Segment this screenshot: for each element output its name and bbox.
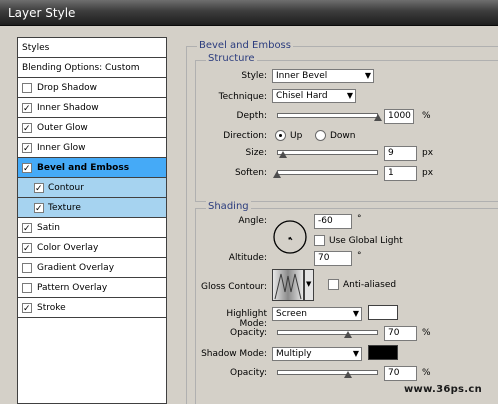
style-select[interactable]: Inner Bevel ▼ bbox=[272, 69, 374, 83]
depth-label: Depth: bbox=[236, 111, 267, 121]
drop-shadow-checkbox[interactable] bbox=[22, 83, 32, 93]
chevron-down-icon: ▼ bbox=[364, 71, 371, 80]
highlight-opacity-slider[interactable] bbox=[277, 330, 378, 335]
use-global-light-label: Use Global Light bbox=[329, 236, 403, 246]
shadow-opacity-slider-thumb[interactable] bbox=[343, 371, 353, 379]
satin-checkbox[interactable] bbox=[22, 219, 32, 239]
chevron-down-icon: ▼ bbox=[306, 280, 312, 288]
direction-down-radio[interactable] bbox=[315, 130, 326, 141]
inner-shadow-checkbox[interactable] bbox=[22, 99, 32, 119]
gloss-contour-picker[interactable] bbox=[272, 269, 304, 301]
soften-unit: px bbox=[422, 168, 434, 178]
direction-down-label: Down bbox=[330, 131, 356, 141]
shadow-mode-select[interactable]: Multiply ▼ bbox=[272, 347, 362, 361]
soften-slider[interactable] bbox=[277, 170, 378, 175]
highlight-color-swatch[interactable] bbox=[368, 305, 398, 320]
contour-checkbox[interactable] bbox=[34, 179, 44, 199]
gloss-contour-dropdown[interactable]: ▼ bbox=[304, 269, 314, 301]
size-input[interactable]: 9 bbox=[384, 146, 417, 161]
direction-label: Direction: bbox=[223, 131, 267, 141]
direction-up-radio[interactable] bbox=[275, 130, 286, 141]
size-slider[interactable] bbox=[277, 150, 378, 155]
color-overlay-checkbox[interactable] bbox=[22, 239, 32, 259]
layer-style-dialog: Styles Blending Options: Custom Drop Sha… bbox=[0, 26, 498, 404]
texture-checkbox[interactable] bbox=[34, 199, 44, 219]
angle-dial[interactable] bbox=[272, 219, 308, 255]
gloss-contour-label: Gloss Contour: bbox=[200, 282, 267, 292]
highlight-opacity-slider-thumb[interactable] bbox=[343, 331, 353, 339]
shadow-opacity-label: Opacity: bbox=[230, 368, 267, 378]
highlight-mode-label: Highlight Mode: bbox=[226, 309, 267, 329]
anti-aliased-label: Anti-aliased bbox=[343, 280, 397, 290]
use-global-light-checkbox[interactable] bbox=[314, 235, 325, 246]
highlight-opacity-label: Opacity: bbox=[230, 328, 267, 338]
blending-options-item[interactable]: Blending Options: Custom bbox=[18, 58, 166, 78]
list-item-gradient-overlay[interactable]: Gradient Overlay bbox=[18, 258, 166, 278]
stroke-checkbox[interactable] bbox=[22, 299, 32, 319]
shading-title: Shading bbox=[206, 201, 251, 212]
altitude-label: Altitude: bbox=[228, 253, 267, 263]
gradient-overlay-checkbox[interactable] bbox=[22, 263, 32, 273]
highlight-mode-select[interactable]: Screen ▼ bbox=[272, 307, 362, 321]
depth-slider-thumb[interactable] bbox=[374, 114, 383, 122]
list-item-inner-glow[interactable]: Inner Glow bbox=[18, 138, 166, 159]
inner-glow-checkbox[interactable] bbox=[22, 139, 32, 159]
pattern-overlay-checkbox[interactable] bbox=[22, 283, 32, 293]
shadow-mode-label: Shadow Mode: bbox=[201, 349, 267, 359]
list-item-texture[interactable]: Texture bbox=[18, 198, 166, 219]
chevron-down-icon: ▼ bbox=[346, 91, 353, 100]
outer-glow-checkbox[interactable] bbox=[22, 119, 32, 139]
angle-input[interactable]: -60 bbox=[314, 214, 352, 229]
depth-input[interactable]: 1000 bbox=[384, 109, 414, 124]
soften-label: Soften: bbox=[234, 168, 267, 178]
chevron-down-icon: ▼ bbox=[352, 349, 359, 358]
angle-unit: ° bbox=[357, 214, 362, 224]
highlight-opacity-unit: % bbox=[422, 328, 431, 338]
depth-slider[interactable] bbox=[277, 113, 378, 118]
technique-select[interactable]: Chisel Hard ▼ bbox=[272, 89, 356, 103]
window-title-bar: Layer Style bbox=[0, 0, 498, 26]
angle-label: Angle: bbox=[238, 216, 267, 226]
shadow-color-swatch[interactable] bbox=[368, 345, 398, 360]
bevel-and-emboss-checkbox[interactable] bbox=[22, 159, 32, 179]
list-item-contour[interactable]: Contour bbox=[18, 178, 166, 199]
soften-input[interactable]: 1 bbox=[384, 166, 417, 181]
gloss-contour-preview bbox=[273, 270, 303, 300]
list-item-inner-shadow[interactable]: Inner Shadow bbox=[18, 98, 166, 119]
technique-label: Technique: bbox=[218, 92, 267, 102]
list-item-color-overlay[interactable]: Color Overlay bbox=[18, 238, 166, 259]
style-label: Style: bbox=[241, 71, 267, 81]
soften-slider-thumb[interactable] bbox=[273, 171, 282, 179]
list-item-drop-shadow[interactable]: Drop Shadow bbox=[18, 78, 166, 98]
bevel-and-emboss-title: Bevel and Emboss bbox=[197, 40, 293, 51]
styles-list: Styles Blending Options: Custom Drop Sha… bbox=[17, 37, 167, 404]
size-slider-thumb[interactable] bbox=[279, 151, 288, 159]
list-item-bevel-and-emboss[interactable]: Bevel and Emboss bbox=[18, 158, 166, 179]
list-item-outer-glow[interactable]: Outer Glow bbox=[18, 118, 166, 139]
watermark: www.36ps.cn bbox=[404, 384, 483, 395]
altitude-unit: ° bbox=[357, 251, 362, 261]
size-label: Size: bbox=[245, 148, 267, 158]
shadow-opacity-slider[interactable] bbox=[277, 370, 378, 375]
styles-header[interactable]: Styles bbox=[18, 38, 166, 58]
highlight-opacity-input[interactable]: 70 bbox=[384, 326, 417, 341]
structure-title: Structure bbox=[206, 53, 257, 64]
chevron-down-icon: ▼ bbox=[352, 309, 359, 318]
list-item-stroke[interactable]: Stroke bbox=[18, 298, 166, 319]
window-title: Layer Style bbox=[8, 6, 76, 20]
list-item-pattern-overlay[interactable]: Pattern Overlay bbox=[18, 278, 166, 298]
shadow-opacity-unit: % bbox=[422, 368, 431, 378]
depth-unit: % bbox=[422, 111, 431, 121]
shadow-opacity-input[interactable]: 70 bbox=[384, 366, 417, 381]
anti-aliased-checkbox[interactable] bbox=[328, 279, 339, 290]
list-item-satin[interactable]: Satin bbox=[18, 218, 166, 239]
size-unit: px bbox=[422, 148, 434, 158]
altitude-input[interactable]: 70 bbox=[314, 251, 352, 266]
direction-up-label: Up bbox=[290, 131, 303, 141]
